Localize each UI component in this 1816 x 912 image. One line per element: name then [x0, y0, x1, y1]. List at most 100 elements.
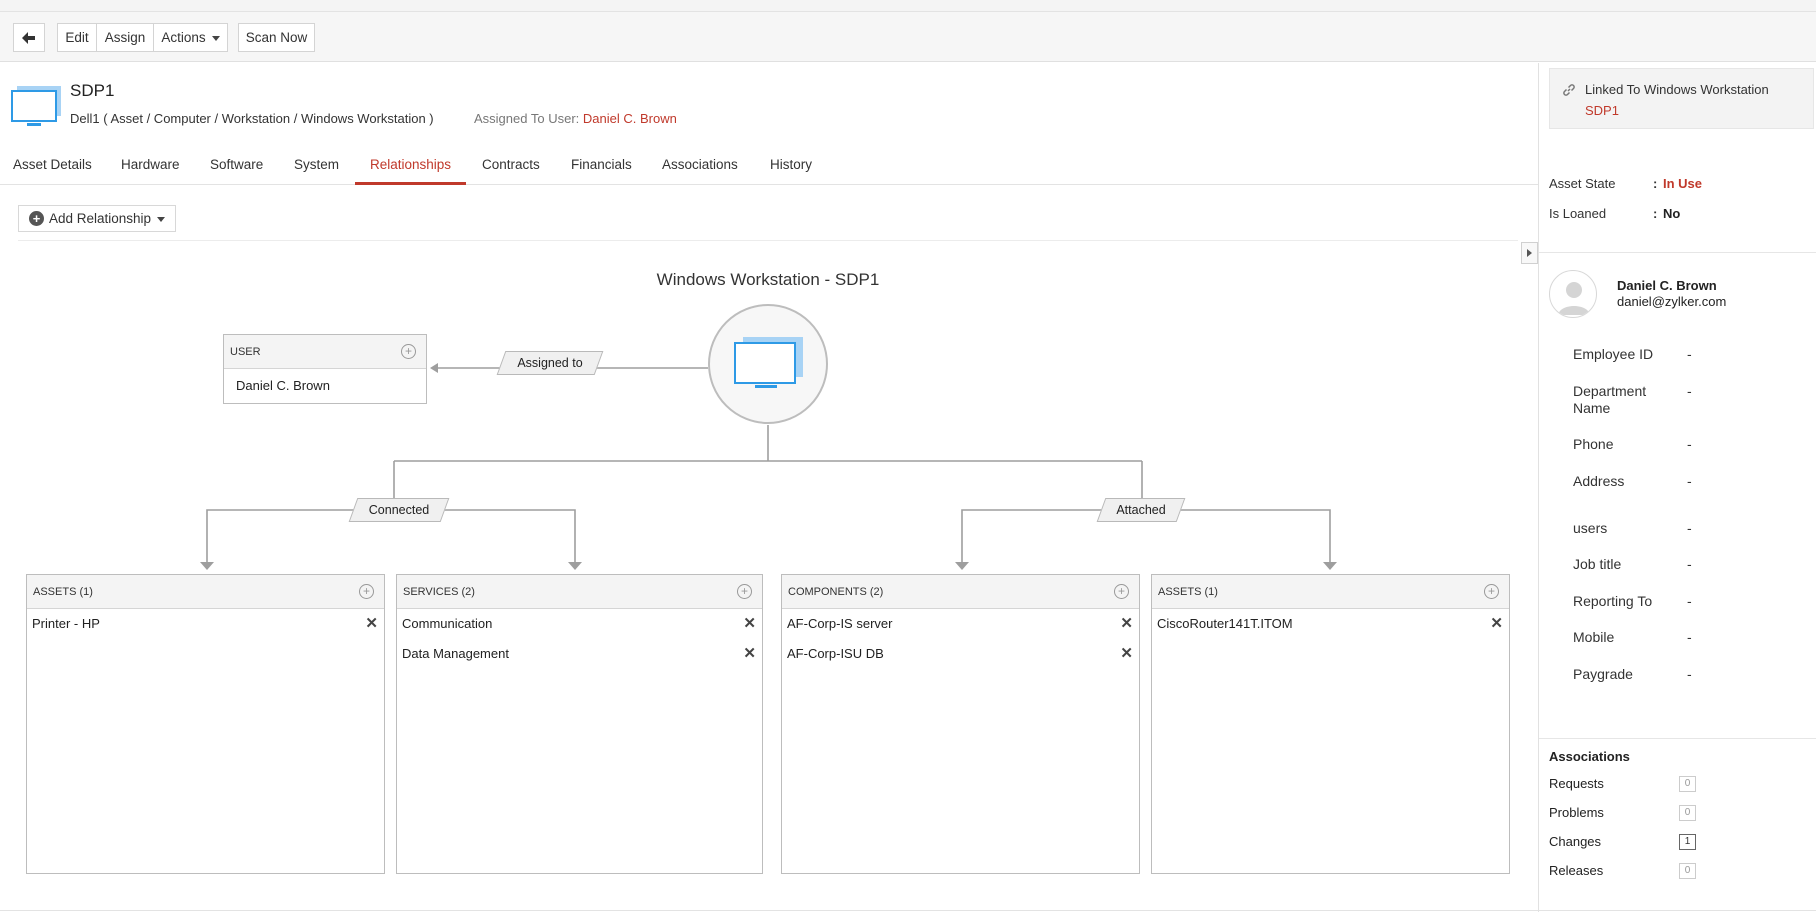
list-item[interactable]: Data Management ✕	[397, 639, 762, 669]
user-name: Daniel C. Brown	[1617, 278, 1717, 293]
arrow-head	[1323, 562, 1337, 570]
box-header: ASSETS (1) +	[27, 575, 384, 609]
linked-title: Linked To Windows Workstation	[1585, 82, 1769, 97]
scan-now-button[interactable]: Scan Now	[238, 23, 315, 52]
tab-history[interactable]: History	[770, 147, 812, 185]
list-item[interactable]: Communication ✕	[397, 609, 762, 639]
diagram-title: Windows Workstation - SDP1	[656, 270, 880, 289]
asset-path: Dell1 ( Asset / Computer / Workstation /…	[70, 111, 434, 126]
assoc-label: Requests	[1549, 776, 1604, 791]
count-badge: 0	[1679, 776, 1696, 792]
colon: :	[1653, 206, 1658, 221]
tab-software[interactable]: Software	[210, 147, 263, 185]
is-loaned-value: No	[1663, 206, 1681, 221]
list-item[interactable]: AF-Corp-IS server ✕	[782, 609, 1139, 639]
actions-dropdown[interactable]: Actions	[153, 23, 228, 52]
box-title: ASSETS (1)	[33, 586, 93, 598]
assigned-to: Assigned To User: Daniel C. Brown	[474, 111, 677, 126]
field-job-title-label: Job title	[1573, 556, 1622, 572]
caret-down-icon	[211, 36, 220, 41]
workstation-icon	[11, 86, 61, 126]
asset-state-row: Asset State : In Use	[1549, 176, 1702, 191]
attached-label: Attached	[1096, 498, 1186, 522]
add-user-icon[interactable]: +	[401, 344, 416, 359]
tab-contracts[interactable]: Contracts	[482, 147, 540, 185]
plus-circle-icon: +	[29, 211, 44, 226]
assigned-user-link[interactable]: Daniel C. Brown	[583, 111, 677, 126]
user-email: daniel@zylker.com	[1617, 294, 1727, 309]
list-item[interactable]: AF-Corp-ISU DB ✕	[782, 639, 1139, 669]
tab-financials[interactable]: Financials	[571, 147, 632, 185]
user-box-title: USER	[230, 346, 261, 358]
arrow-head	[430, 363, 438, 373]
assoc-problems[interactable]: Problems 0	[1549, 805, 1699, 821]
field-address-value: -	[1687, 473, 1692, 489]
field-paygrade-label: Paygrade	[1573, 666, 1633, 682]
list-item[interactable]: Printer - HP ✕	[27, 609, 384, 639]
assoc-changes[interactable]: Changes 1	[1549, 834, 1699, 850]
add-item-icon[interactable]: +	[737, 584, 752, 599]
field-mobile-label: Mobile	[1573, 629, 1615, 645]
monitor-icon	[734, 337, 803, 388]
remove-icon[interactable]: ✕	[743, 639, 756, 669]
field-users-label: users	[1573, 520, 1608, 536]
user-box: USER + Daniel C. Brown	[223, 334, 427, 404]
assoc-releases[interactable]: Releases 0	[1549, 863, 1699, 879]
arrow-left-icon	[22, 31, 35, 44]
edit-button[interactable]: Edit	[57, 23, 97, 52]
actions-label: Actions	[161, 30, 206, 45]
collapse-panel-button[interactable]	[1521, 242, 1538, 264]
count-badge: 0	[1679, 863, 1696, 879]
add-item-icon[interactable]: +	[359, 584, 374, 599]
item-label: AF-Corp-ISU DB	[787, 646, 884, 661]
tab-asset-details[interactable]: Asset Details	[13, 147, 92, 185]
attached-text: Attached	[1116, 503, 1166, 517]
tab-relationships[interactable]: Relationships	[355, 147, 467, 185]
avatar	[1549, 270, 1597, 318]
list-item[interactable]: CiscoRouter141T.ITOM ✕	[1152, 609, 1509, 639]
tab-bar: Asset Details Hardware Software System R…	[0, 147, 1538, 185]
toolbar: Edit Assign Actions Scan Now	[0, 12, 1816, 62]
item-label: Communication	[402, 616, 493, 631]
field-employee-id-label: Employee ID	[1573, 346, 1654, 362]
add-item-icon[interactable]: +	[1114, 584, 1129, 599]
connected-text: Connected	[368, 503, 430, 517]
remove-icon[interactable]: ✕	[1490, 609, 1503, 639]
field-employee-id-value: -	[1687, 346, 1692, 362]
field-mobile-value: -	[1687, 629, 1692, 645]
caret-down-icon	[157, 217, 166, 222]
arrow-head	[955, 562, 969, 570]
remove-icon[interactable]: ✕	[743, 609, 756, 639]
remove-icon[interactable]: ✕	[1120, 639, 1133, 669]
main-content: SDP1 Dell1 ( Asset / Computer / Workstat…	[0, 63, 1538, 912]
user-box-value[interactable]: Daniel C. Brown	[224, 369, 426, 403]
assigned-label: Assigned To User:	[474, 111, 580, 126]
tab-hardware[interactable]: Hardware	[121, 147, 180, 185]
add-relationship-button[interactable]: + Add Relationship	[18, 205, 176, 232]
tab-associations[interactable]: Associations	[662, 147, 738, 185]
linked-value-link[interactable]: SDP1	[1585, 103, 1619, 118]
tab-system[interactable]: System	[294, 147, 339, 185]
box-header: ASSETS (1) +	[1152, 575, 1509, 609]
colon: :	[1653, 176, 1658, 191]
add-item-icon[interactable]: +	[1484, 584, 1499, 599]
assign-button[interactable]: Assign	[96, 23, 154, 52]
assigned-to-text: Assigned to	[517, 356, 583, 370]
divider	[1539, 252, 1816, 253]
central-asset-node[interactable]	[708, 304, 828, 424]
field-users-value: -	[1687, 520, 1692, 536]
field-reporting-to-label: Reporting To	[1573, 593, 1653, 609]
relationship-box-assets-attached: ASSETS (1) + CiscoRouter141T.ITOM ✕	[1151, 574, 1510, 874]
back-button[interactable]	[13, 23, 45, 52]
item-label: AF-Corp-IS server	[787, 616, 893, 631]
add-relationship-label: Add Relationship	[49, 211, 152, 226]
arrow-head	[568, 562, 582, 570]
relationship-box-components: COMPONENTS (2) + AF-Corp-IS server ✕ AF-C…	[781, 574, 1140, 874]
assoc-requests[interactable]: Requests 0	[1549, 776, 1699, 792]
item-label: Data Management	[402, 646, 509, 661]
remove-icon[interactable]: ✕	[365, 609, 378, 639]
remove-icon[interactable]: ✕	[1120, 609, 1133, 639]
top-strip	[0, 0, 1816, 12]
divider	[18, 240, 1518, 241]
field-phone-label: Phone	[1573, 436, 1614, 452]
